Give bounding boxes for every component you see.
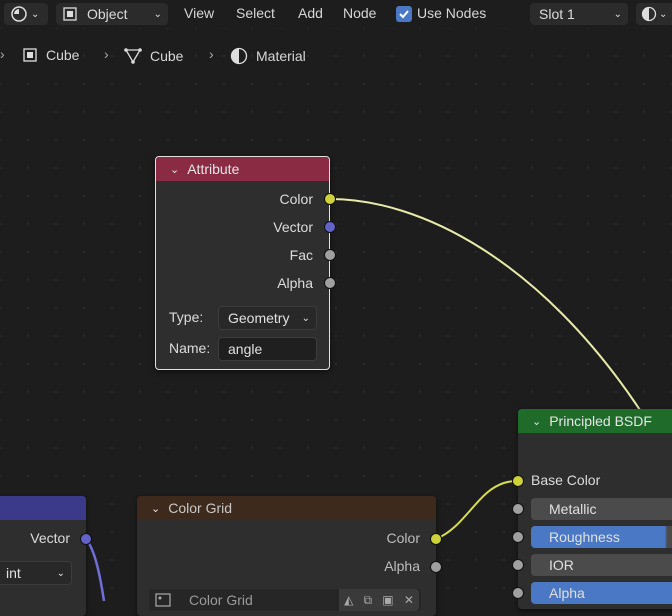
attribute-node-header[interactable]: ⌄ Attribute <box>156 157 329 181</box>
color-grid-node-title: Color Grid <box>168 500 233 516</box>
socket-roughness-input[interactable] <box>512 531 524 543</box>
socket-alpha-output[interactable] <box>324 277 336 289</box>
chevron-down-icon: ⌄ <box>613 8 622 20</box>
socket-vector-output[interactable] <box>324 221 336 233</box>
output-label-alpha: Alpha <box>384 558 420 574</box>
output-label-vector: Vector <box>273 219 313 235</box>
image-datablock-selector[interactable]: Color Grid ◭ ⧉ ▣ ✕ <box>149 589 421 611</box>
use-nodes-label[interactable]: Use Nodes <box>417 5 486 21</box>
socket-color-output[interactable] <box>430 533 442 545</box>
roughness-label: Roughness <box>549 529 620 545</box>
input-label-base-color: Base Color <box>531 472 601 488</box>
collapse-chevron-icon[interactable]: ⌄ <box>170 163 179 176</box>
ior-slider[interactable]: IOR <box>531 554 672 576</box>
output-label-vector: Vector <box>30 530 70 546</box>
ior-label: IOR <box>549 557 574 573</box>
link-attribute-color-to-bsdf <box>329 198 641 411</box>
use-nodes-checkbox[interactable] <box>396 6 412 22</box>
bsdf-node-title: Principled BSDF <box>549 413 652 429</box>
output-label-color: Color <box>279 191 313 207</box>
close-icon: ✕ <box>403 593 414 607</box>
attribute-name-value: angle <box>228 341 263 357</box>
socket-base-color-input[interactable] <box>512 475 524 487</box>
output-label-fac: Fac <box>289 247 313 263</box>
socket-color-output[interactable] <box>324 193 336 205</box>
checkmark-icon <box>399 10 409 19</box>
slot-dropdown[interactable]: Slot 1 ⌄ <box>530 3 628 25</box>
socket-ior-input[interactable] <box>512 559 524 571</box>
attribute-node[interactable]: ⌄ Attribute Color Vector Fac Alpha Type:… <box>155 156 330 370</box>
object-icon <box>23 48 37 62</box>
left-node[interactable]: Vector int ⌄ <box>0 496 86 616</box>
material-sphere-icon <box>641 6 657 22</box>
roughness-slider[interactable]: Roughness <box>531 526 672 548</box>
chevron-down-icon: ⌄ <box>153 8 162 20</box>
socket-alpha-output[interactable] <box>430 561 442 573</box>
material-browse-button[interactable]: ⌄ <box>636 3 672 25</box>
breadcrumb-object: Cube <box>22 47 79 63</box>
type-dropdown[interactable]: Geometry ⌄ <box>218 306 317 330</box>
bsdf-node-header[interactable]: ⌄ Principled BSDF <box>518 409 672 433</box>
breadcrumb-material-label: Material <box>256 48 306 64</box>
left-node-dropdown-value: int <box>6 565 21 581</box>
mesh-data-icon <box>124 48 142 64</box>
chevron-down-icon: ⌄ <box>31 8 40 20</box>
metallic-label: Metallic <box>549 501 597 517</box>
attribute-node-title: Attribute <box>187 161 240 177</box>
object-mode-dropdown[interactable]: Object ⌄ <box>56 3 168 25</box>
link-colorgrid-color-to-base-color <box>435 479 519 540</box>
socket-vector-output[interactable] <box>80 533 92 545</box>
left-node-header[interactable] <box>0 496 86 520</box>
image-icon <box>155 593 171 607</box>
breadcrumb-separator: › <box>0 46 5 62</box>
chevron-down-icon: ⌄ <box>659 8 668 20</box>
collapse-chevron-icon[interactable]: ⌄ <box>151 502 160 515</box>
menu-node[interactable]: Node <box>343 5 376 21</box>
editor-type-button[interactable]: ⌄ <box>4 3 48 25</box>
menu-add[interactable]: Add <box>298 5 323 21</box>
breadcrumb-separator: › <box>104 46 109 62</box>
output-label-alpha: Alpha <box>277 275 313 291</box>
breadcrumb-material: Material <box>230 47 306 65</box>
fake-user-icon: ◭ <box>344 593 354 607</box>
duplicate-icon: ⧉ <box>363 592 373 607</box>
image-name: Color Grid <box>189 592 253 608</box>
color-grid-node[interactable]: ⌄ Color Grid Color Alpha Color Grid ◭ ⧉ ▣ ✕ <box>137 496 436 616</box>
socket-fac-output[interactable] <box>324 249 336 261</box>
material-sphere-icon <box>230 47 248 65</box>
output-label-color: Color <box>386 530 420 546</box>
breadcrumb-object-label: Cube <box>46 47 80 63</box>
socket-metallic-input[interactable] <box>512 503 524 515</box>
menu-view[interactable]: View <box>184 5 214 21</box>
attribute-name-field[interactable]: angle <box>218 337 317 361</box>
socket-alpha-input[interactable] <box>512 587 524 599</box>
metallic-slider[interactable]: Metallic <box>531 498 672 520</box>
menu-select[interactable]: Select <box>236 5 275 21</box>
object-icon <box>63 7 77 21</box>
breadcrumb-mesh: Cube <box>124 47 183 65</box>
folder-icon: ▣ <box>382 593 394 607</box>
link-vector-purple <box>84 538 106 601</box>
name-label: Name: <box>169 340 211 356</box>
mode-label: Object <box>87 6 128 22</box>
alpha-label: Alpha <box>549 585 585 601</box>
chevron-down-icon: ⌄ <box>56 567 65 579</box>
left-node-dropdown[interactable]: int ⌄ <box>0 561 72 585</box>
principled-bsdf-node[interactable]: ⌄ Principled BSDF Base Color Metallic Ro… <box>518 409 672 609</box>
breadcrumb-mesh-label: Cube <box>150 48 184 64</box>
breadcrumb-separator: › <box>209 46 214 62</box>
editor-header: ⌄ Object ⌄ View Select Add Node Use Node… <box>0 0 672 28</box>
image-actions[interactable]: ◭ ⧉ ▣ ✕ <box>339 589 419 611</box>
color-grid-node-header[interactable]: ⌄ Color Grid <box>137 496 436 520</box>
chevron-down-icon: ⌄ <box>301 312 310 324</box>
type-label: Type: <box>169 309 204 325</box>
type-value: Geometry <box>228 310 290 326</box>
collapse-chevron-icon[interactable]: ⌄ <box>532 415 541 428</box>
slot-label: Slot 1 <box>539 6 575 22</box>
shader-editor-icon <box>11 6 27 22</box>
